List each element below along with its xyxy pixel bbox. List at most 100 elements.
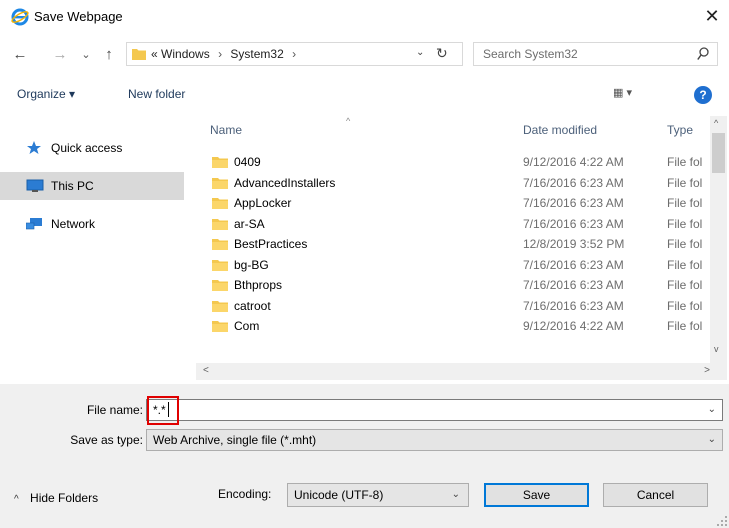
file-name: BestPractices [234, 237, 308, 251]
list-item[interactable]: bg-BG 7/16/2016 6:23 AM File fol [196, 255, 710, 276]
horizontal-scrollbar[interactable]: < > [196, 363, 727, 380]
file-date-modified: 7/16/2016 6:23 AM [523, 175, 624, 190]
file-type: File fol [667, 216, 703, 231]
command-bar: Organize ▾ New folder ▦ ▾ ? [0, 74, 729, 116]
up-button[interactable]: ↑ [101, 44, 117, 64]
folder-icon [212, 300, 228, 312]
list-item[interactable]: Bthprops 7/16/2016 6:23 AM File fol [196, 275, 710, 296]
list-item[interactable]: Com 9/12/2016 4:22 AM File fol [196, 316, 710, 337]
hide-folders-label: Hide Folders [30, 491, 99, 505]
folder-icon [212, 321, 228, 332]
close-button[interactable]: ✕ [695, 0, 729, 32]
close-icon: ✕ [704, 5, 720, 26]
list-item[interactable]: 0409 9/12/2016 4:22 AM File fol [196, 152, 710, 173]
file-date-modified: 7/16/2016 6:23 AM [523, 257, 624, 272]
scroll-up-icon[interactable]: ^ [714, 118, 718, 128]
scroll-left-icon[interactable]: < [203, 365, 209, 376]
chevron-down-icon[interactable]: ⌄ [708, 404, 716, 415]
column-header-date-modified[interactable]: Date modified [523, 123, 597, 137]
folder-icon [212, 198, 228, 209]
address-bar[interactable]: « Windows › System32 › ⌄ ↻ [126, 42, 463, 66]
breadcrumb-separator[interactable]: › [218, 47, 222, 61]
scroll-down-icon[interactable]: v [714, 344, 719, 354]
forward-button[interactable]: → [52, 44, 68, 64]
file-date-modified: 7/16/2016 6:23 AM [523, 298, 624, 313]
sidebar-item-network[interactable]: Network [0, 210, 184, 238]
file-name: Com [234, 319, 260, 333]
list-item[interactable]: AppLocker 7/16/2016 6:23 AM File fol [196, 193, 710, 214]
sidebar-item-this-pc[interactable]: This PC [0, 172, 184, 200]
highlight-box [147, 396, 179, 425]
hide-folders-button[interactable]: ^ Hide Folders [14, 491, 98, 505]
save-form-panel: File name: *.* ⌄ Save as type: Web Archi… [0, 384, 729, 528]
refresh-icon[interactable]: ↻ [436, 45, 448, 62]
search-input[interactable]: Search System32 [473, 42, 718, 66]
address-dropdown-icon[interactable]: ⌄ [416, 47, 424, 58]
folder-icon [212, 239, 228, 250]
column-header-name[interactable]: Name [210, 123, 242, 137]
save-as-type-value: Web Archive, single file (*.mht) [153, 433, 317, 447]
sidebar-item-label: This PC [51, 179, 94, 193]
search-placeholder: Search System32 [483, 47, 578, 61]
list-item[interactable]: catroot 7/16/2016 6:23 AM File fol [196, 296, 710, 317]
file-date-modified: 7/16/2016 6:23 AM [523, 196, 624, 210]
file-type: File fol [667, 196, 703, 210]
sidebar-item-quick-access[interactable]: Quick access [0, 134, 184, 162]
encoding-select[interactable]: Unicode (UTF-8) ⌄ [287, 483, 469, 507]
folder-icon [212, 177, 228, 189]
file-name: AdvancedInstallers [234, 175, 336, 190]
title-bar: Save Webpage ✕ [0, 0, 729, 34]
list-item[interactable]: ar-SA 7/16/2016 6:23 AM File fol [196, 214, 710, 235]
file-date-modified: 7/16/2016 6:23 AM [523, 278, 624, 292]
vertical-scrollbar[interactable]: ^ v [710, 116, 727, 368]
encoding-label: Encoding: [218, 487, 272, 501]
scrollbar-thumb[interactable] [712, 133, 725, 173]
chevron-down-icon: ⌄ [451, 489, 460, 500]
list-item[interactable]: AdvancedInstallers 7/16/2016 6:23 AM File … [196, 173, 710, 194]
chevron-up-icon: ^ [14, 494, 19, 505]
column-header-row: ^ Name Date modified Type [196, 116, 710, 144]
breadcrumb-overflow[interactable]: « [151, 47, 158, 61]
arrow-up-icon: ↑ [105, 45, 113, 63]
view-options-button[interactable]: ▦ ▾ [613, 86, 657, 104]
file-date-modified: 7/16/2016 6:23 AM [523, 216, 624, 231]
breadcrumb-separator[interactable]: › [292, 47, 296, 61]
new-folder-button[interactable]: New folder [128, 87, 185, 101]
breadcrumb: « Windows › System32 › [151, 47, 301, 61]
chevron-down-icon: ⌄ [81, 48, 91, 61]
back-button[interactable]: ← [12, 44, 28, 64]
navigation-pane: Quick access This PC Network [0, 116, 196, 384]
file-type: File fol [667, 278, 703, 292]
file-name: Bthprops [234, 278, 283, 292]
arrow-left-icon: ← [12, 45, 28, 63]
resize-grip[interactable] [717, 516, 727, 526]
window-title: Save Webpage [34, 9, 123, 24]
file-list: ^ Name Date modified Type 0409 9/12/2016 … [196, 116, 710, 368]
arrow-right-icon: → [52, 45, 68, 63]
file-type: File fol [667, 155, 703, 169]
list-item[interactable]: BestPractices 12/8/2019 3:52 PM File fol [196, 234, 710, 255]
save-as-type-select[interactable]: Web Archive, single file (*.mht) ⌄ [146, 429, 723, 451]
breadcrumb-item-system32[interactable]: System32 [230, 47, 283, 61]
file-type: File fol [667, 298, 703, 313]
breadcrumb-item-windows[interactable]: Windows [161, 47, 210, 61]
network-icon [26, 218, 42, 230]
file-date-modified: 9/12/2016 4:22 AM [523, 155, 624, 169]
save-button[interactable]: Save [484, 483, 589, 507]
file-name-field[interactable]: *.* ⌄ [146, 396, 723, 425]
column-header-type[interactable]: Type [667, 123, 693, 137]
navigation-bar: ← → ⌄ ↑ « Windows › System32 › ⌄ ↻ Searc… [0, 34, 729, 74]
recent-locations-button[interactable]: ⌄ [78, 44, 94, 64]
cancel-button[interactable]: Cancel [603, 483, 708, 507]
file-name: catroot [234, 298, 271, 313]
save-button-label: Save [522, 488, 551, 502]
help-icon: ? [699, 88, 707, 102]
folder-icon [212, 280, 228, 291]
folder-icon [132, 49, 146, 60]
file-type: File fol [667, 257, 703, 272]
file-type: File fol [667, 319, 703, 333]
file-name-label: File name: [86, 403, 143, 417]
scroll-right-icon[interactable]: > [704, 365, 710, 376]
help-button[interactable]: ? [694, 86, 712, 104]
organize-button[interactable]: Organize ▾ [17, 87, 75, 101]
